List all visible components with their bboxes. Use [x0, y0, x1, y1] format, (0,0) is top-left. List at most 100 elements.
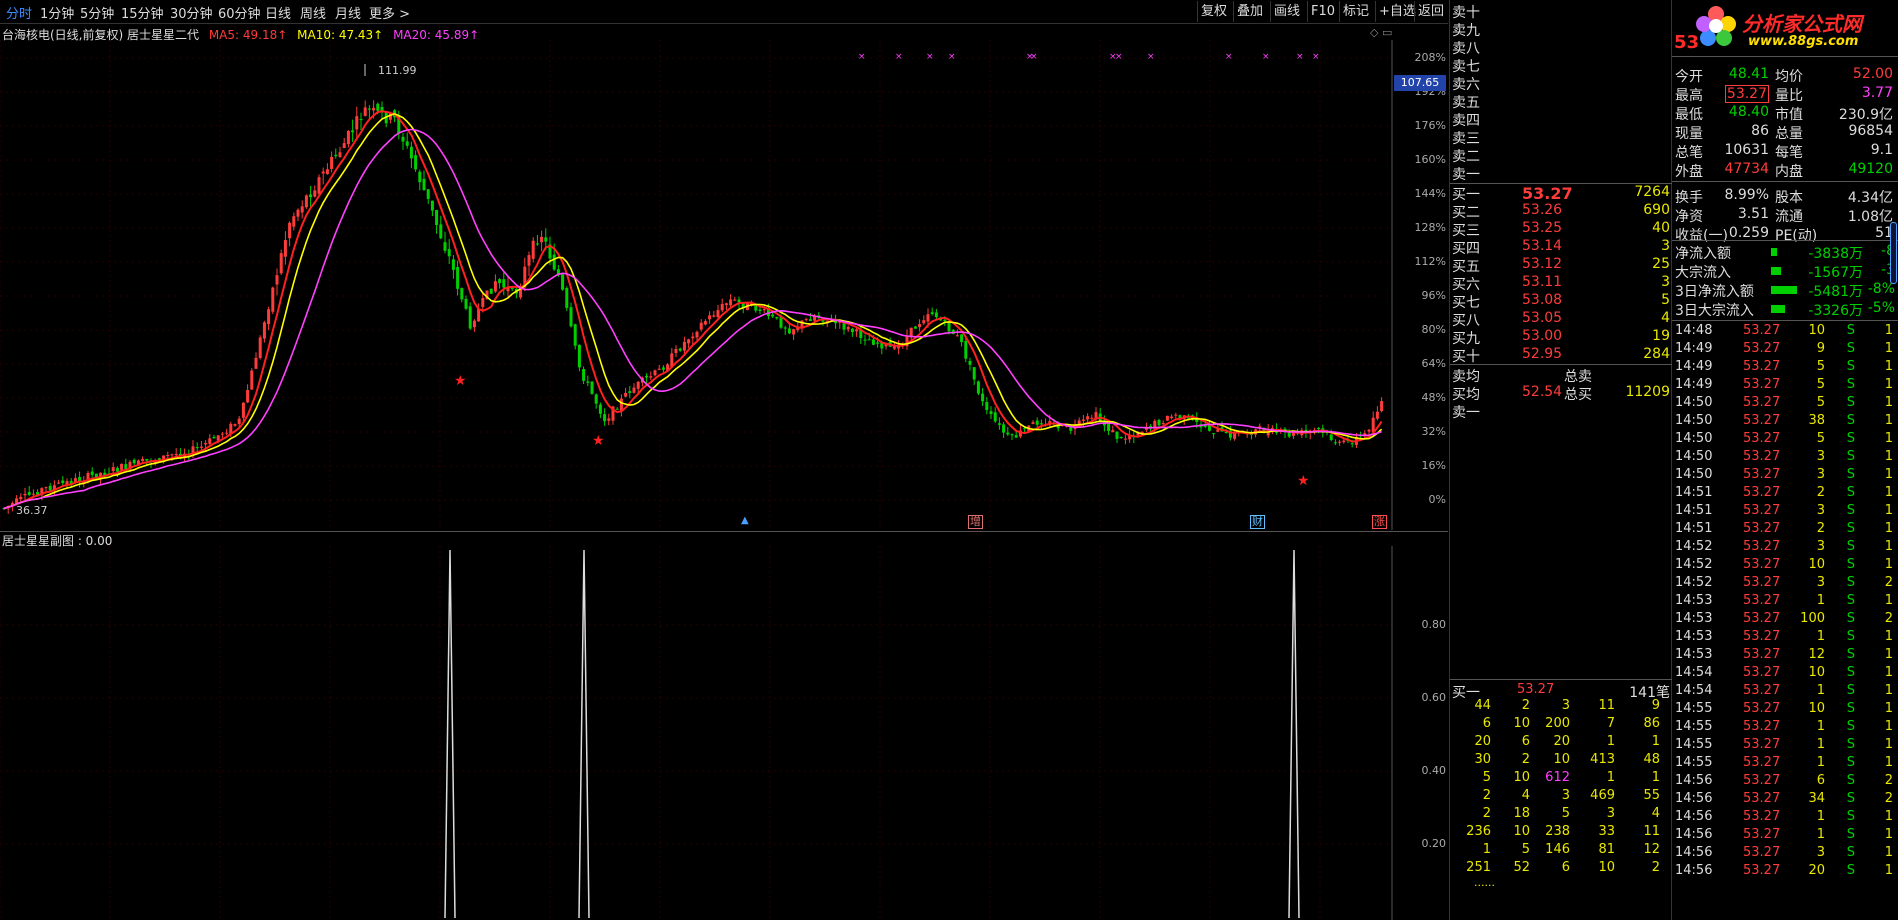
add-watchlist-button[interactable]: +自选	[1375, 1, 1419, 22]
tick-price: 53.27	[1743, 773, 1781, 788]
tick-count: 1	[1884, 413, 1893, 428]
candle-body	[552, 254, 556, 270]
f10-button[interactable]: F10	[1307, 1, 1338, 22]
tick-price: 53.27	[1743, 737, 1781, 752]
kline-chart[interactable]: ★★★× × × × ×× ×× × × × × ×	[0, 40, 1448, 530]
tick-volume: 1	[1816, 827, 1825, 842]
candle-body	[775, 316, 779, 319]
candle-body	[926, 314, 930, 322]
tab-30min[interactable]: 30分钟	[170, 3, 213, 22]
mark-button[interactable]: 标记	[1339, 1, 1372, 22]
candle-body	[687, 339, 691, 344]
buy-level-row: 买五 53.12 25	[1452, 256, 1670, 275]
candle-body	[1333, 442, 1337, 444]
tick-price: 53.27	[1743, 593, 1781, 608]
buy-level-label: 买十	[1452, 349, 1480, 365]
chart-settings-icon[interactable]: ◇ ▭	[1370, 26, 1392, 39]
tick-row: 14:56 53.27 1 S 1	[1675, 827, 1897, 845]
tick-time: 14:55	[1675, 701, 1713, 716]
queue-cell: 612	[1545, 770, 1570, 785]
queue-cell: 10	[1553, 752, 1570, 767]
tab-intraday[interactable]: 分时	[6, 3, 32, 22]
candle-body	[376, 103, 380, 111]
quote-label: 内盘	[1775, 164, 1803, 180]
tab-weekly[interactable]: 周线	[300, 3, 326, 22]
candle-body	[309, 194, 313, 198]
candle-body	[250, 370, 254, 390]
queue-cell: 7	[1606, 716, 1615, 731]
indicator-chart[interactable]	[0, 546, 1448, 920]
sell-level-label: 卖四	[1452, 113, 1480, 129]
tick-row: 14:56 53.27 6 S 2	[1675, 773, 1897, 791]
candle-body	[334, 154, 338, 157]
back-button[interactable]: 返回	[1414, 1, 1447, 22]
queue-cell: 5	[1482, 770, 1491, 785]
tick-count: 1	[1884, 485, 1893, 500]
tick-side: S	[1846, 683, 1855, 698]
tick-row: 14:51 53.27 3 S 1	[1675, 503, 1897, 521]
tick-price: 53.27	[1743, 791, 1781, 806]
candle-body	[934, 312, 938, 318]
adjust-button[interactable]: 复权	[1197, 1, 1230, 22]
quote-row: 换手 8.99% 股本 4.34亿	[1675, 187, 1897, 207]
tab-monthly[interactable]: 月线	[335, 3, 361, 22]
candle-body	[262, 322, 266, 339]
tab-60min[interactable]: 60分钟	[218, 3, 261, 22]
candle-body	[464, 298, 468, 309]
tick-count: 1	[1884, 755, 1893, 770]
candle-body	[1157, 419, 1161, 426]
candle-body	[216, 435, 220, 441]
queue-cell: 1	[1606, 734, 1615, 749]
draw-button[interactable]: 画线	[1270, 1, 1303, 22]
tick-price: 53.27	[1743, 431, 1781, 446]
tick-count: 1	[1884, 431, 1893, 446]
candle-body	[435, 210, 439, 225]
candle-body	[586, 381, 590, 383]
candle-body	[968, 360, 972, 365]
candle-body	[414, 155, 418, 170]
tab-15min[interactable]: 15分钟	[121, 3, 164, 22]
tick-price: 53.27	[1743, 701, 1781, 716]
tab-daily[interactable]: 日线	[265, 3, 291, 22]
queue-cell: 1	[1482, 842, 1491, 857]
tick-volume: 100	[1800, 611, 1825, 626]
overlay-button[interactable]: 叠加	[1233, 1, 1266, 22]
indicator-axis-label: 0.20	[1421, 837, 1447, 850]
flow-pct: -5%	[1867, 300, 1895, 316]
quote-value: 10631	[1724, 142, 1769, 158]
candle-body	[758, 309, 762, 311]
candle-body	[493, 281, 497, 292]
buy-level-price: 53.05	[1522, 310, 1563, 326]
tab-1min[interactable]: 1分钟	[40, 3, 74, 22]
buy-level-volume: 25	[1652, 256, 1670, 272]
candle-body	[502, 279, 506, 288]
buy-level-volume: 4	[1661, 310, 1670, 326]
tick-time: 14:55	[1675, 737, 1713, 752]
axis-label: 160%	[1414, 153, 1446, 166]
candle-body	[57, 482, 61, 484]
tick-volume: 12	[1808, 647, 1825, 662]
scrollbar[interactable]	[1890, 222, 1897, 284]
queue-cell: 9	[1651, 698, 1660, 713]
tick-row: 14:48 53.27 10 S 1	[1675, 323, 1897, 341]
tick-row: 14:56 53.27 3 S 1	[1675, 845, 1897, 863]
candle-body	[712, 315, 716, 317]
tab-5min[interactable]: 5分钟	[80, 3, 114, 22]
flow-bar	[1771, 267, 1781, 275]
quote-value: 48.40	[1728, 104, 1769, 120]
quote-row: 最低 48.40 市值 230.9亿	[1675, 104, 1897, 124]
candle-body	[636, 381, 640, 389]
tick-count: 1	[1884, 593, 1893, 608]
logo-url: www.88gs.com	[1748, 34, 1859, 49]
tab-more[interactable]: 更多 >	[369, 3, 410, 22]
signal-marker: ×	[1225, 52, 1233, 62]
candle-body	[1014, 435, 1018, 438]
sell1-row: 卖一	[1452, 402, 1670, 421]
axis-label: 80%	[1421, 323, 1446, 336]
tick-time: 14:51	[1675, 485, 1713, 500]
candle-body	[48, 485, 52, 491]
sell1-label: 卖一	[1452, 405, 1480, 421]
tick-row: 14:53 53.27 1 S 1	[1675, 593, 1897, 611]
tick-side: S	[1846, 737, 1855, 752]
tick-count: 1	[1884, 665, 1893, 680]
